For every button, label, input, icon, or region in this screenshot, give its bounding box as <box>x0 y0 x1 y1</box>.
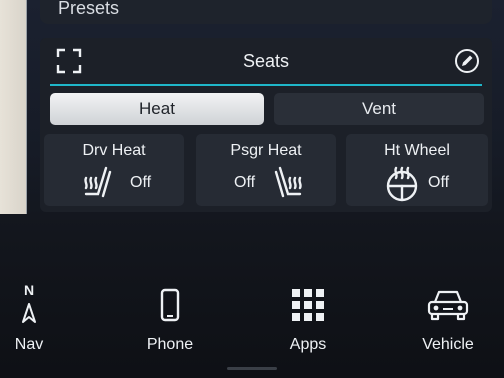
dock-apps-label: Apps <box>289 336 327 353</box>
header-accent-line <box>50 84 482 86</box>
phone-icon <box>160 288 180 322</box>
passenger-heat-status: Off <box>234 174 256 191</box>
compass-north-label: N <box>23 282 35 298</box>
dock-vehicle-button[interactable]: Vehicle <box>412 278 484 378</box>
heated-wheel-label: Ht Wheel <box>384 142 450 159</box>
passenger-heat-label: Psgr Heat <box>230 142 302 159</box>
dock-nav-label: Nav <box>14 336 44 353</box>
presets-label: Presets <box>58 0 120 18</box>
heated-wheel-status: Off <box>428 174 450 191</box>
driver-seat-heat-icon <box>84 166 112 198</box>
home-indicator <box>227 367 277 370</box>
dock-apps-button[interactable]: Apps <box>278 278 338 378</box>
nav-arrow-icon <box>22 303 36 323</box>
tab-heat-label: Heat <box>139 99 175 118</box>
dock-nav-button[interactable]: N Nav <box>4 278 54 378</box>
driver-heat-status: Off <box>130 174 152 191</box>
tab-heat[interactable]: Heat <box>50 93 264 125</box>
edit-icon[interactable] <box>454 48 480 74</box>
apps-grid-icon <box>292 289 324 321</box>
driver-heat-label: Drv Heat <box>82 142 146 159</box>
seats-header: Seats <box>40 38 492 84</box>
passenger-heat-button[interactable]: Psgr Heat Off <box>196 134 336 206</box>
vehicle-icon <box>427 290 469 321</box>
background-panel-edge <box>0 0 27 214</box>
seats-panel: Seats Heat Vent Drv Heat Off Psgr Heat O… <box>40 38 492 212</box>
seats-title: Seats <box>242 51 290 71</box>
dock-phone-button[interactable]: Phone <box>140 278 200 378</box>
dock-phone-label: Phone <box>146 336 194 353</box>
heated-wheel-button[interactable]: Ht Wheel Off <box>346 134 488 206</box>
tab-vent[interactable]: Vent <box>274 93 484 125</box>
driver-heat-button[interactable]: Drv Heat Off <box>44 134 184 206</box>
dock-vehicle-label: Vehicle <box>422 336 474 353</box>
bottom-dock: N Nav Phone Apps Vehicle <box>0 278 504 378</box>
passenger-seat-heat-icon <box>274 166 302 198</box>
heated-steering-wheel-icon <box>386 166 418 202</box>
tab-vent-label: Vent <box>361 99 397 118</box>
presets-card[interactable]: Presets <box>40 0 492 24</box>
